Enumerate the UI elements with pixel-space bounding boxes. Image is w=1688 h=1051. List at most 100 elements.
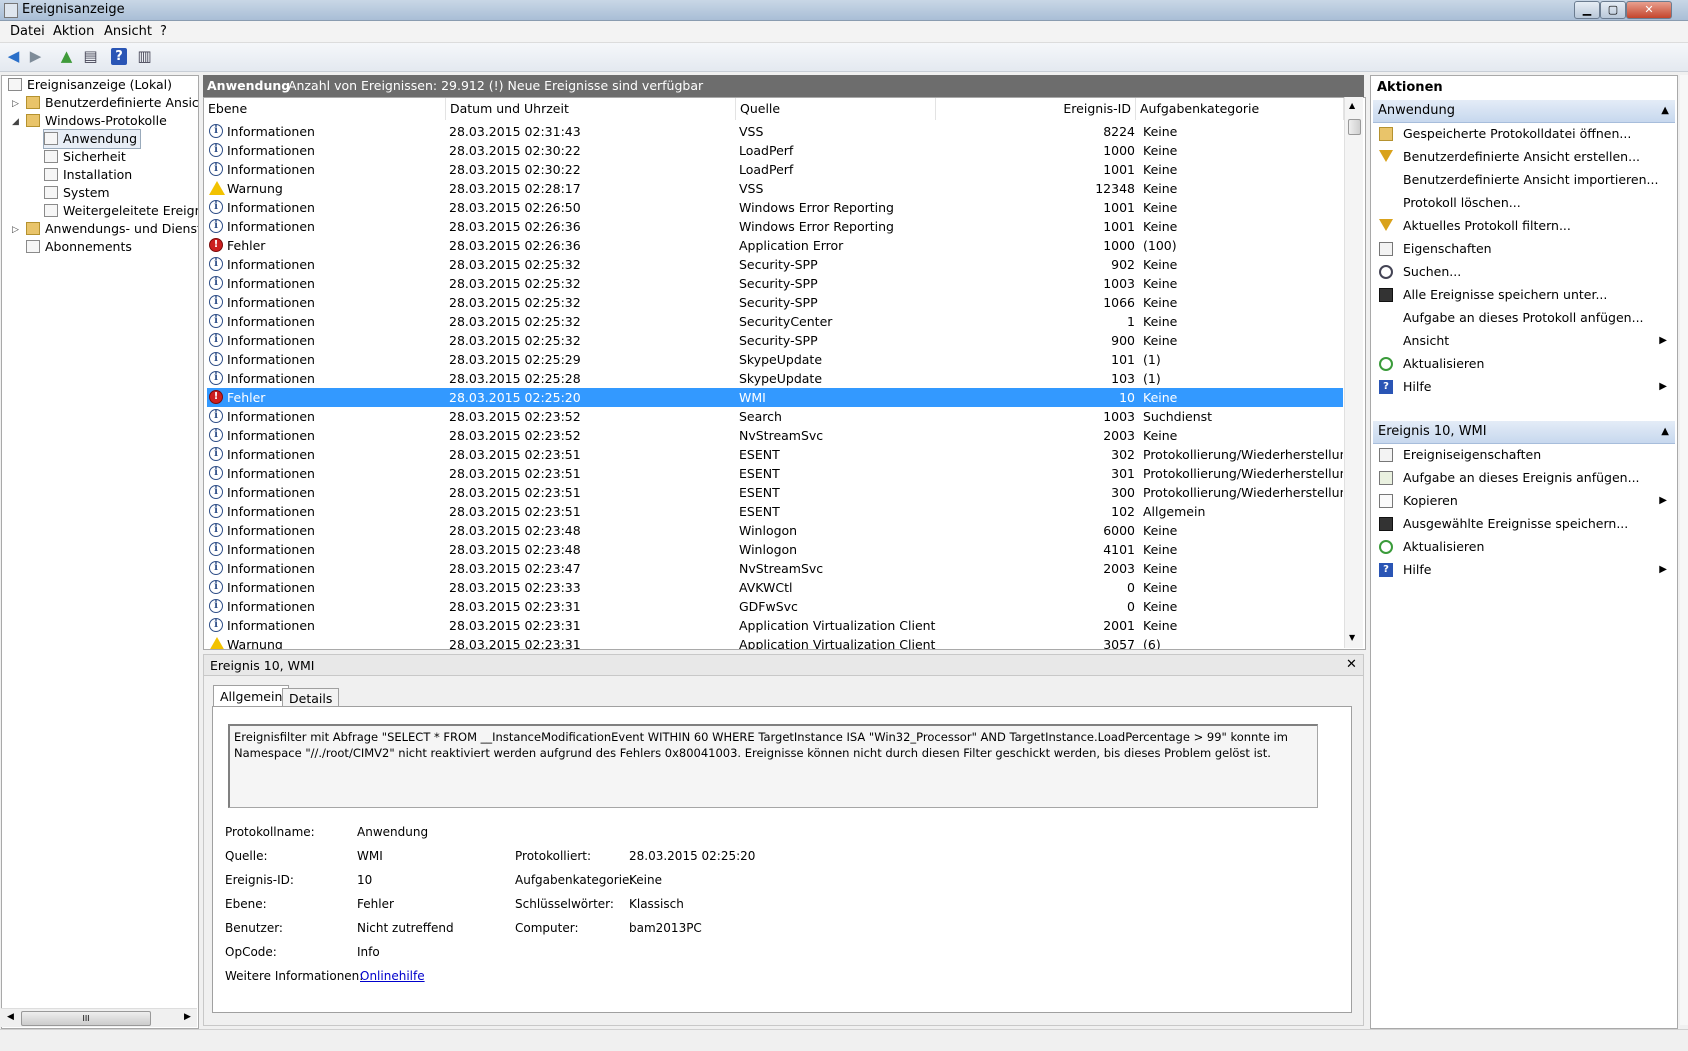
action-item[interactable]: Aktualisieren — [1373, 353, 1673, 375]
list-vertical-scrollbar[interactable]: ▲ ▼ — [1344, 97, 1363, 648]
menu-aktion[interactable]: Aktion — [53, 24, 94, 39]
table-row[interactable]: i Informationen 28.03.2015 02:25:32 Securit… — [207, 255, 1343, 274]
action-item[interactable]: Aktualisieren — [1373, 536, 1673, 558]
tree-item-app-services[interactable]: Anwendungs- und Dienstprotokolle — [26, 220, 198, 238]
action-label: Benutzerdefinierte Ansicht erstellen... — [1403, 149, 1641, 164]
table-row[interactable]: i Informationen 28.03.2015 02:23:51 ESENT 10… — [207, 502, 1343, 521]
menu-ansicht[interactable]: Ansicht — [104, 24, 152, 39]
column-ebene[interactable]: Ebene — [204, 98, 446, 120]
scroll-thumb[interactable] — [1348, 119, 1361, 135]
help-icon[interactable]: ? — [111, 48, 127, 65]
scroll-down-icon[interactable]: ▼ — [1349, 633, 1355, 642]
tree-item-installation[interactable]: Installation — [44, 166, 132, 184]
tree-item-subscriptions[interactable]: Abonnements — [26, 238, 132, 256]
action-item[interactable]: Eigenschaften — [1373, 238, 1673, 260]
table-row[interactable]: i Informationen 28.03.2015 02:25:32 Securit… — [207, 312, 1343, 331]
expand-arrow-icon[interactable]: ▷ — [12, 225, 19, 235]
scroll-up-icon[interactable]: ▲ — [1349, 101, 1355, 110]
table-row[interactable]: i Informationen 28.03.2015 02:23:51 ESENT 30… — [207, 445, 1343, 464]
column-datum[interactable]: Datum und Uhrzeit — [446, 98, 736, 120]
scroll-left-icon[interactable]: ◀ — [7, 1012, 14, 1022]
tree-root[interactable]: Ereignisanzeige (Lokal) — [8, 76, 172, 94]
up-folder-icon[interactable]: ▲ — [56, 46, 77, 67]
detail-close-icon[interactable]: ✕ — [1346, 657, 1357, 672]
action-item[interactable]: Benutzerdefinierte Ansicht importieren..… — [1373, 169, 1673, 191]
show-action-pane-icon[interactable]: ▥ — [134, 46, 155, 67]
table-row[interactable]: i Informationen 28.03.2015 02:25:32 Securit… — [207, 293, 1343, 312]
action-item[interactable]: Aufgabe an dieses Protokoll anfügen... — [1373, 307, 1673, 329]
scroll-right-icon[interactable]: ▶ — [184, 1012, 191, 1022]
expand-arrow-icon[interactable]: ▷ — [12, 99, 19, 109]
table-row[interactable]: i Informationen 28.03.2015 02:26:36 Windows… — [207, 217, 1343, 236]
action-item[interactable]: Ansicht ▶ — [1373, 330, 1673, 352]
section-anwendung[interactable]: Anwendung ▲ — [1373, 100, 1675, 123]
action-item[interactable]: ? Hilfe ▶ — [1373, 559, 1673, 581]
collapse-icon[interactable]: ▲ — [1661, 100, 1669, 122]
collapse-arrow-icon[interactable]: ◢ — [12, 117, 19, 127]
maximize-button[interactable]: ▢ — [1600, 1, 1626, 19]
action-item[interactable]: Ausgewählte Ereignisse speichern... — [1373, 513, 1673, 535]
table-row[interactable]: i Informationen 28.03.2015 02:23:31 GDFwSvc… — [207, 597, 1343, 616]
action-label: Gespeicherte Protokolldatei öffnen... — [1403, 126, 1632, 141]
table-row[interactable]: ! Fehler 28.03.2015 02:26:36 Application Er… — [207, 236, 1343, 255]
action-item[interactable]: Aktuelles Protokoll filtern... — [1373, 215, 1673, 237]
event-description[interactable]: Ereignisfilter mit Abfrage "SELECT * FRO… — [228, 724, 1318, 808]
action-item[interactable]: Suchen... — [1373, 261, 1673, 283]
table-row[interactable]: i Informationen 28.03.2015 02:26:50 Windows… — [207, 198, 1343, 217]
action-item[interactable]: Aufgabe an dieses Ereignis anfügen... — [1373, 467, 1673, 489]
tree-item-sicherheit[interactable]: Sicherheit — [44, 148, 126, 166]
table-row[interactable]: i Informationen 28.03.2015 02:23:52 NvStrea… — [207, 426, 1343, 445]
table-row[interactable]: i Informationen 28.03.2015 02:23:52 Search 1… — [207, 407, 1343, 426]
action-item[interactable]: Ereigniseigenschaften — [1373, 444, 1673, 466]
action-item[interactable]: Benutzerdefinierte Ansicht erstellen... — [1373, 146, 1673, 168]
forward-icon[interactable]: ▶ — [25, 46, 46, 67]
column-aufgabenkategorie[interactable]: Aufgabenkategorie — [1136, 98, 1344, 120]
table-row-selected[interactable]: ! Fehler 28.03.2015 02:25:20 WMI 10 Keine — [207, 388, 1343, 407]
table-row[interactable]: i Informationen 28.03.2015 02:23:48 Winlogo… — [207, 540, 1343, 559]
action-item[interactable]: Gespeicherte Protokolldatei öffnen... — [1373, 123, 1673, 145]
table-row[interactable]: i Informationen 28.03.2015 02:23:31 Applica… — [207, 616, 1343, 635]
action-item[interactable]: Protokoll löschen... — [1373, 192, 1673, 214]
table-row[interactable]: i Informationen 28.03.2015 02:23:51 ESENT 30… — [207, 483, 1343, 502]
action-item[interactable]: ? Hilfe ▶ — [1373, 376, 1673, 398]
table-row[interactable]: i Informationen 28.03.2015 02:25:32 Securit… — [207, 274, 1343, 293]
scroll-thumb[interactable]: III — [21, 1011, 151, 1026]
tree-horizontal-scrollbar[interactable]: ◀ III ▶ — [1, 1008, 197, 1027]
menu-help[interactable]: ? — [160, 24, 167, 39]
table-row[interactable]: i Informationen 28.03.2015 02:25:29 SkypeUp… — [207, 350, 1343, 369]
menu-datei[interactable]: Datei — [10, 24, 45, 39]
table-row[interactable]: i Informationen 28.03.2015 02:23:33 AVKWCtl… — [207, 578, 1343, 597]
show-tree-icon[interactable]: ▤ — [80, 46, 101, 67]
action-item[interactable]: Alle Ereignisse speichern unter... — [1373, 284, 1673, 306]
minimize-button[interactable]: ▁ — [1574, 1, 1600, 19]
table-row[interactable]: Warnung 28.03.2015 02:28:17 VSS 12348 Keine — [207, 179, 1343, 198]
cell-source: Application Virtualization Client — [739, 637, 936, 650]
table-row[interactable]: i Informationen 28.03.2015 02:23:51 ESENT 30… — [207, 464, 1343, 483]
tree-item-custom-views[interactable]: Benutzerdefinierte Ansichten — [26, 94, 198, 112]
back-icon[interactable]: ◀ — [3, 46, 24, 67]
tree-item-windows-logs[interactable]: Windows-Protokolle — [26, 112, 167, 130]
table-row[interactable]: i Informationen 28.03.2015 02:30:22 LoadPer… — [207, 141, 1343, 160]
table-row[interactable]: i Informationen 28.03.2015 02:23:48 Winlogo… — [207, 521, 1343, 540]
cell-id: 300 — [1111, 485, 1135, 500]
collapse-icon[interactable]: ▲ — [1661, 421, 1669, 443]
table-row[interactable]: i Informationen 28.03.2015 02:23:47 NvStrea… — [207, 559, 1343, 578]
cell-id: 10 — [1119, 390, 1135, 405]
filter-icon — [1379, 219, 1393, 231]
table-row[interactable]: i Informationen 28.03.2015 02:25:28 SkypeUp… — [207, 369, 1343, 388]
table-row[interactable]: i Informationen 28.03.2015 02:31:43 VSS 8224… — [207, 122, 1343, 141]
column-ereignis-id[interactable]: Ereignis-ID — [936, 98, 1136, 120]
tree-item-anwendung[interactable]: Anwendung — [42, 129, 142, 149]
table-row[interactable]: i Informationen 28.03.2015 02:30:22 LoadPer… — [207, 160, 1343, 179]
section-event[interactable]: Ereignis 10, WMI ▲ — [1373, 421, 1675, 444]
tree-item-system[interactable]: System — [44, 184, 110, 202]
tab-details[interactable]: Details — [282, 688, 340, 708]
column-quelle[interactable]: Quelle — [736, 98, 936, 120]
table-row[interactable]: Warnung 28.03.2015 02:23:31 Application Vi… — [207, 635, 1343, 650]
close-button[interactable]: ✕ — [1626, 1, 1672, 19]
actions-title: Aktionen — [1377, 80, 1443, 95]
online-help-link[interactable]: Onlinehilfe — [360, 969, 425, 983]
table-row[interactable]: i Informationen 28.03.2015 02:25:32 Securit… — [207, 331, 1343, 350]
tree-item-forwarded[interactable]: Weitergeleitete Ereignisse — [44, 202, 198, 220]
action-item[interactable]: Kopieren ▶ — [1373, 490, 1673, 512]
